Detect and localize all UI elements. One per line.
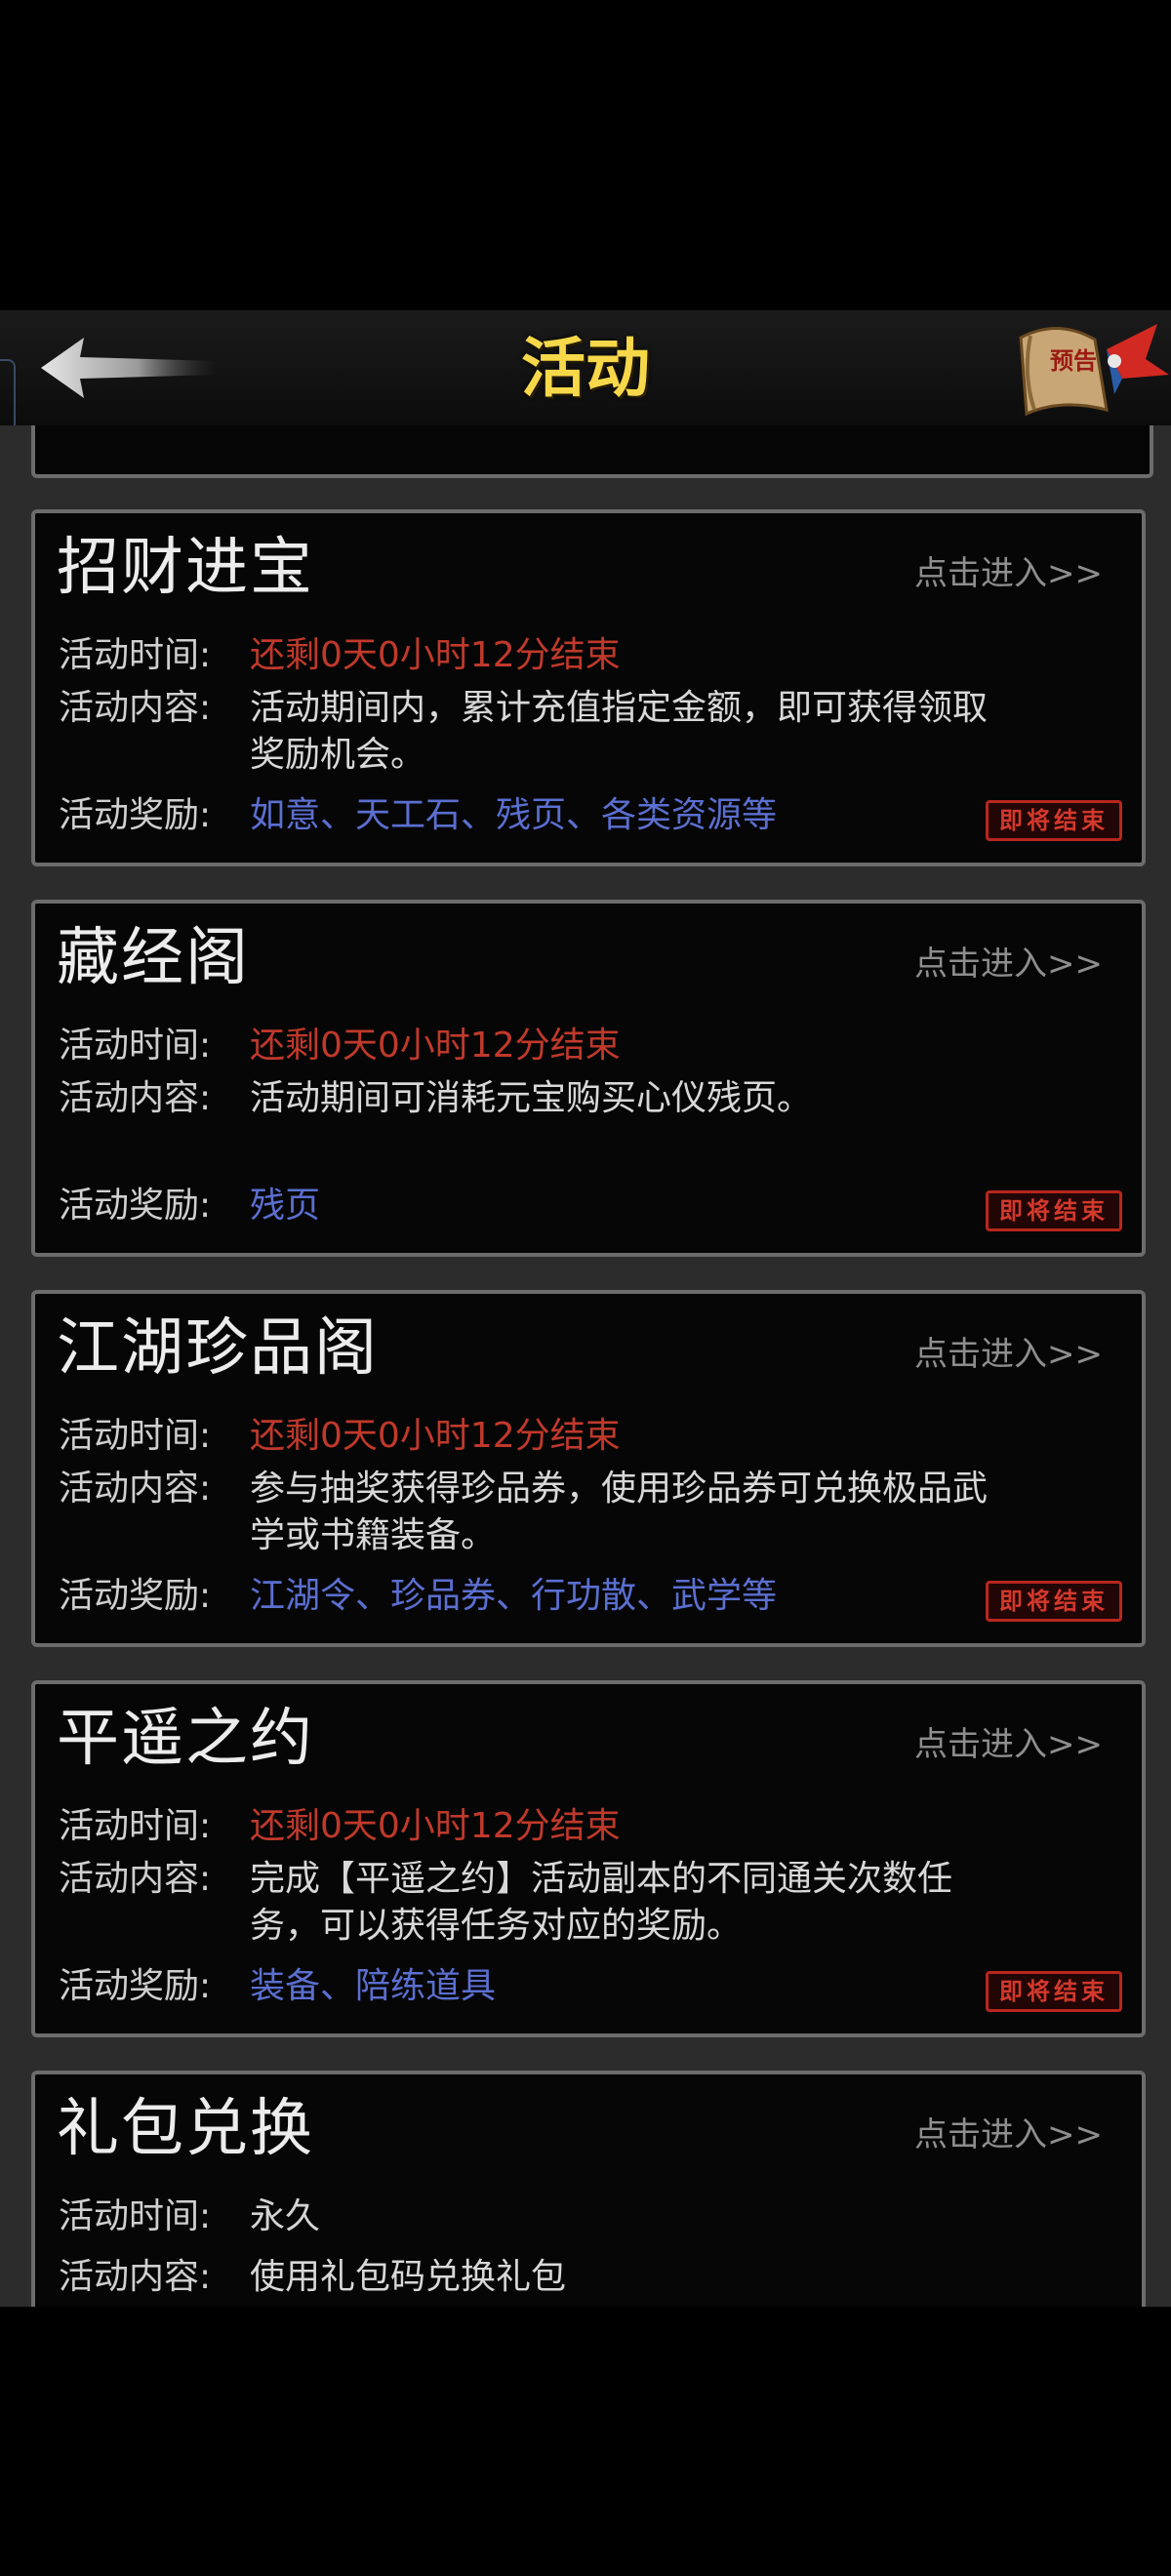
top-bar: 活动 预告 — [0, 310, 1171, 427]
activity-title: 招财进宝 — [57, 532, 314, 604]
enter-link[interactable]: 点击进入>> — [914, 554, 1103, 593]
activity-card[interactable]: 招财进宝 点击进入>> 活动时间: 还剩0天0小时12分结束 活动内容: 活动期… — [31, 509, 1146, 866]
enter-link[interactable]: 点击进入>> — [914, 2115, 1103, 2154]
reward-label: 活动奖励: — [59, 1576, 212, 1616]
notice-scroll-icon[interactable]: 预告 — [1013, 316, 1171, 422]
activity-card[interactable]: 平遥之约 点击进入>> 活动时间: 还剩0天0小时12分结束 活动内容: 完成【… — [31, 1680, 1146, 2037]
reward-value: 江湖令、珍品券、行功散、武学等 — [250, 1576, 778, 1616]
content-label: 活动内容: — [59, 688, 212, 728]
activity-title: 礼包兑换 — [57, 2093, 314, 2165]
activity-list: 招财进宝 点击进入>> 活动时间: 还剩0天0小时12分结束 活动内容: 活动期… — [0, 425, 1171, 2324]
time-label: 活动时间: — [59, 1806, 212, 1846]
time-value: 还剩0天0小时12分结束 — [250, 635, 621, 675]
activity-title: 藏经阁 — [57, 922, 250, 994]
ending-soon-stamp: 即将结束 — [986, 1971, 1122, 2012]
activity-title: 江湖珍品阁 — [57, 1312, 379, 1385]
activity-card[interactable]: 江湖珍品阁 点击进入>> 活动时间: 还剩0天0小时12分结束 活动内容: 参与… — [31, 1290, 1146, 1647]
reward-label: 活动奖励: — [59, 795, 212, 835]
enter-link[interactable]: 点击进入>> — [914, 945, 1103, 984]
reward-value: 残页 — [250, 1186, 321, 1226]
time-value: 还剩0天0小时12分结束 — [250, 1416, 621, 1456]
reward-value: 装备、陪练道具 — [250, 1966, 497, 2006]
content-label: 活动内容: — [59, 1078, 212, 1118]
time-label: 活动时间: — [59, 1026, 212, 1066]
content-value: 活动期间可消耗元宝购买心仪残页。 — [250, 1078, 813, 1118]
reward-label: 活动奖励: — [59, 1966, 212, 2006]
activity-card[interactable]: 礼包兑换 点击进入>> 活动时间: 永久 活动内容: 使用礼包码兑换礼包 — [31, 2071, 1146, 2324]
enter-link[interactable]: 点击进入>> — [914, 1335, 1103, 1374]
reward-value: 如意、天工石、残页、各类资源等 — [250, 795, 778, 835]
content-value: 使用礼包码兑换礼包 — [250, 2257, 567, 2297]
content-label: 活动内容: — [59, 1469, 212, 1509]
time-label: 活动时间: — [59, 1416, 212, 1456]
content-value: 活动期间内，累计充值指定金额，即可获得领取奖励机会。 — [250, 688, 989, 775]
notice-label: 预告 — [1050, 346, 1097, 375]
content-label: 活动内容: — [59, 2257, 212, 2297]
time-label: 活动时间: — [59, 2196, 212, 2236]
activity-card-partial — [31, 425, 1153, 478]
time-value: 永久 — [250, 2196, 321, 2236]
ending-soon-stamp: 即将结束 — [986, 1190, 1122, 1231]
content-value: 参与抽奖获得珍品券，使用珍品券可兑换极品武学或书籍装备。 — [250, 1469, 989, 1555]
time-value: 还剩0天0小时12分结束 — [250, 1026, 621, 1066]
bottom-area — [0, 2307, 1171, 2576]
content-label: 活动内容: — [59, 1859, 212, 1899]
ending-soon-stamp: 即将结束 — [986, 1581, 1122, 1622]
activity-card[interactable]: 藏经阁 点击进入>> 活动时间: 还剩0天0小时12分结束 活动内容: 活动期间… — [31, 900, 1146, 1257]
time-value: 还剩0天0小时12分结束 — [250, 1806, 621, 1846]
page-title: 活动 — [521, 330, 650, 406]
enter-link[interactable]: 点击进入>> — [914, 1725, 1103, 1764]
ending-soon-stamp: 即将结束 — [986, 800, 1122, 841]
activity-title: 平遥之约 — [57, 1703, 314, 1775]
time-label: 活动时间: — [59, 635, 212, 675]
reward-label: 活动奖励: — [59, 1186, 212, 1226]
content-value: 完成【平遥之约】活动副本的不同通关次数任务，可以获得任务对应的奖励。 — [250, 1859, 953, 1946]
